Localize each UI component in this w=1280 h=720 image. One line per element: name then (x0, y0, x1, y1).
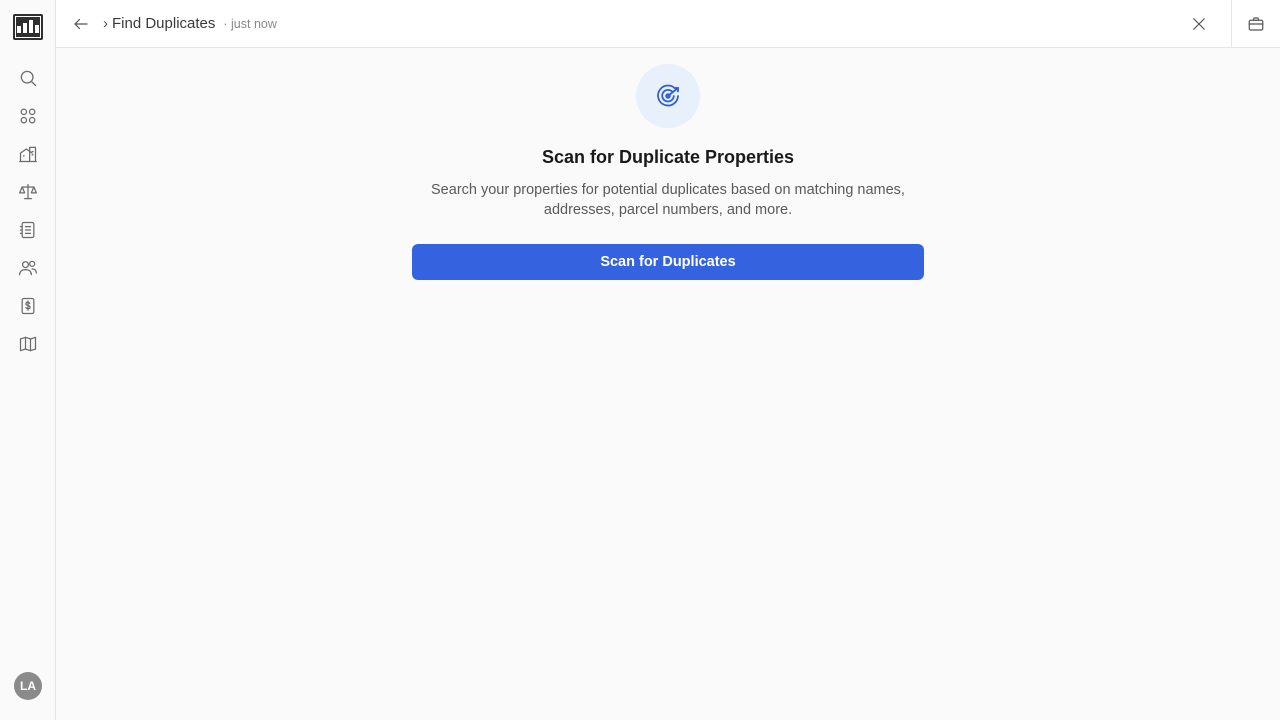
scan-for-duplicates-button[interactable]: Scan for Duplicates (412, 244, 924, 280)
page-title: Find Duplicates (112, 15, 216, 32)
close-icon[interactable] (1188, 13, 1210, 35)
radar-scan-icon (636, 64, 700, 128)
breadcrumb-separator: › (103, 15, 108, 32)
map-icon[interactable] (17, 333, 39, 355)
breadcrumb: › Find Duplicates · just now (103, 15, 277, 32)
back-arrow-icon[interactable] (70, 13, 92, 35)
properties-building-icon[interactable] (17, 143, 39, 165)
top-bar: › Find Duplicates · just now (56, 0, 1280, 48)
user-avatar[interactable]: LA (14, 672, 42, 700)
topbar-divider (1231, 0, 1232, 48)
dashboard-grid-icon[interactable] (17, 105, 39, 127)
search-icon[interactable] (17, 67, 39, 89)
briefcase-icon[interactable] (1245, 13, 1267, 35)
scale-legal-icon[interactable] (17, 181, 39, 203)
main-title: Scan for Duplicate Properties (541, 147, 795, 167)
billing-dollar-icon[interactable] (17, 295, 39, 317)
sidebar: LA (0, 0, 56, 720)
contacts-users-icon[interactable] (17, 257, 39, 279)
main-description: Search your properties for potential dup… (431, 182, 905, 218)
timestamp: · just now (223, 17, 277, 31)
building-logo-icon (15, 16, 41, 38)
documents-list-icon[interactable] (17, 219, 39, 241)
app-logo[interactable] (13, 14, 43, 40)
